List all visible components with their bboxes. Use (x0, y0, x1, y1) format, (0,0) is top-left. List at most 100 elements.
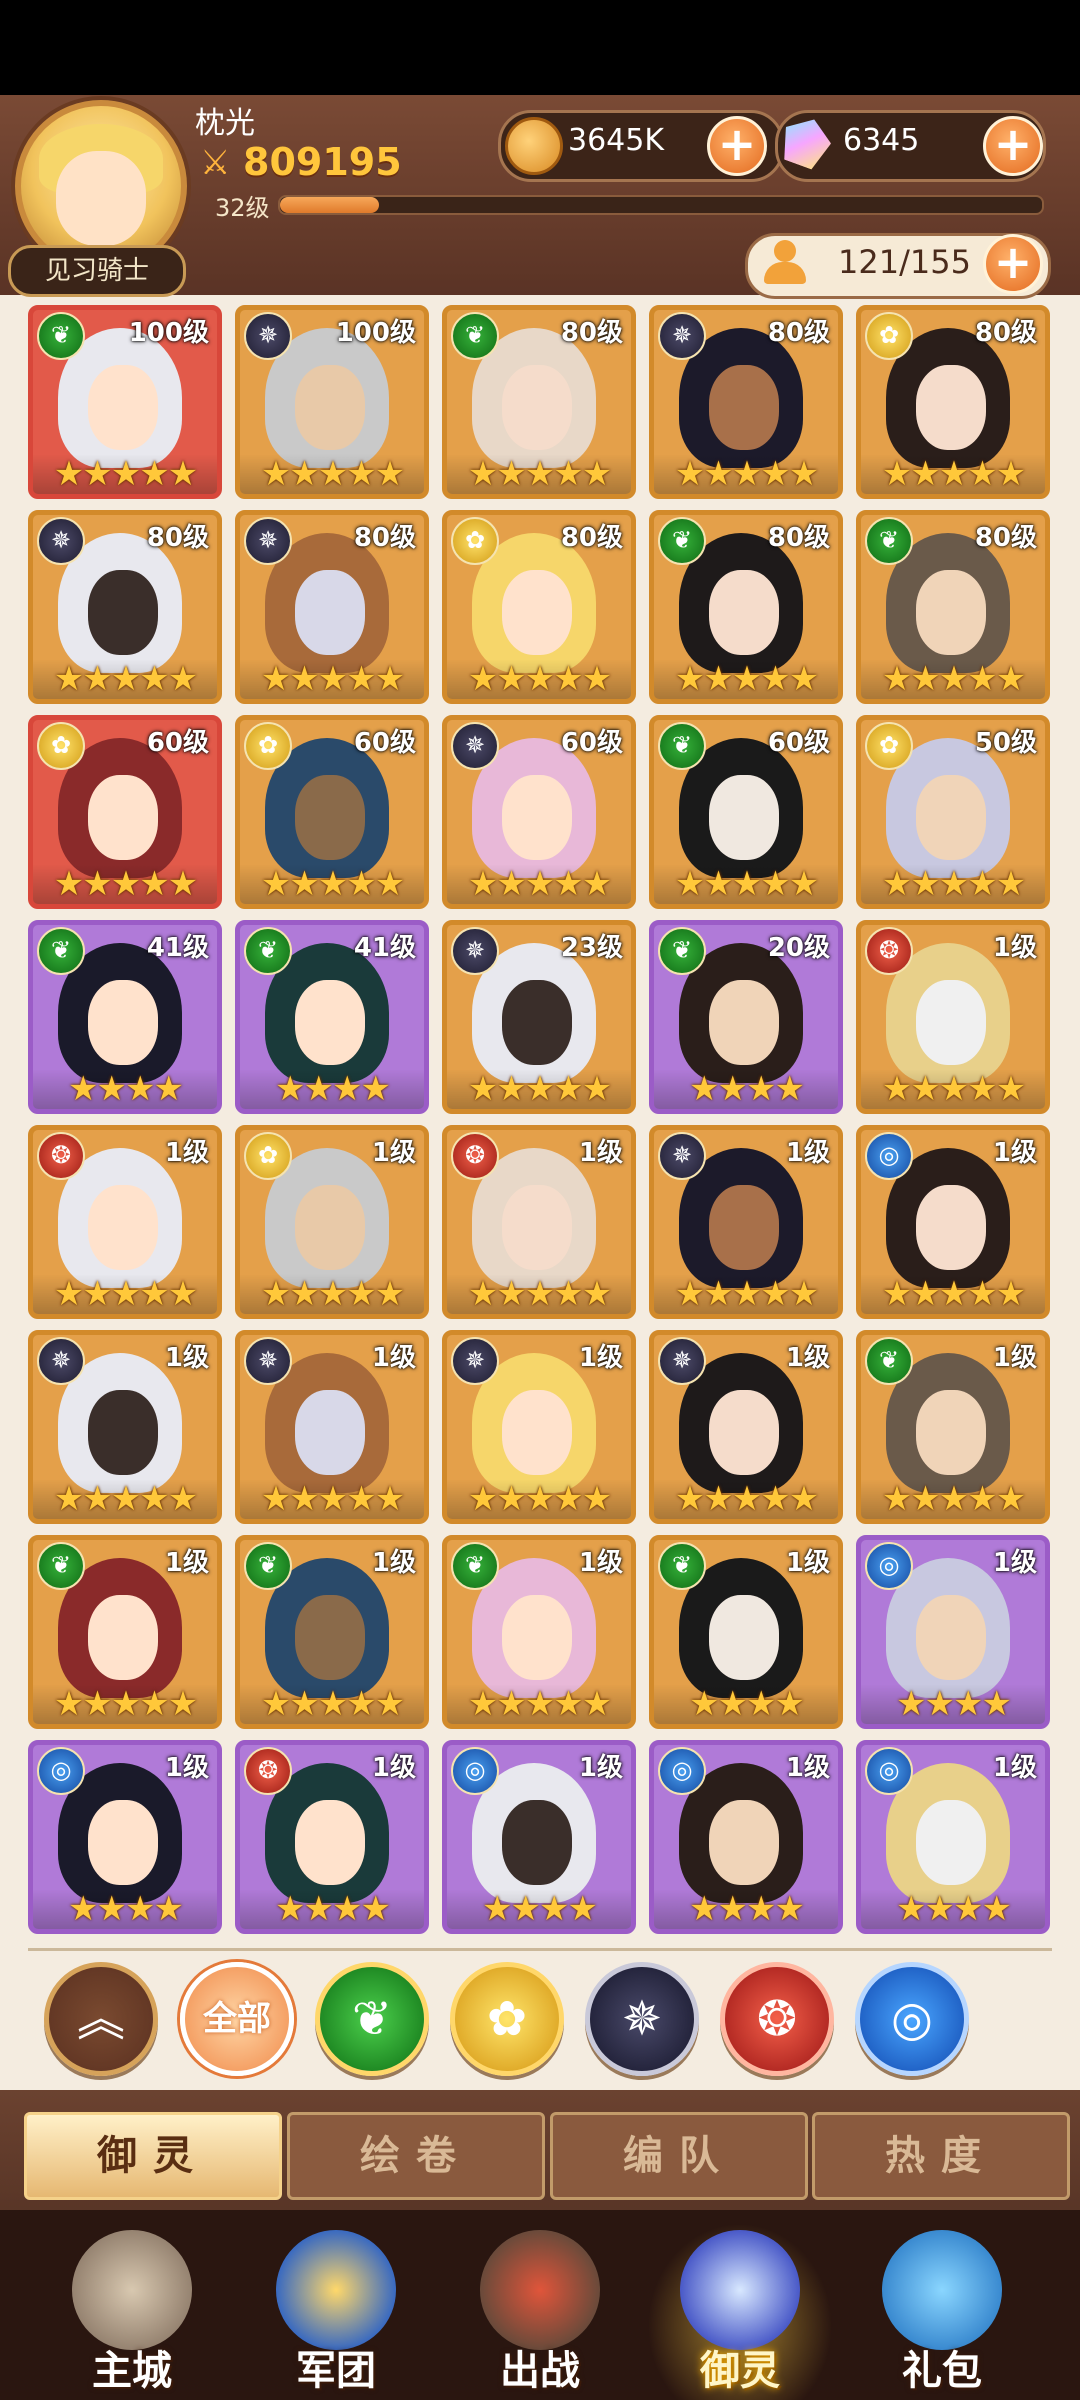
hero-level: 80级 (767, 523, 830, 553)
hero-card[interactable]: ❦ 20级 ★★★★ (649, 920, 843, 1114)
hero-card[interactable]: ❦ 80级 ★★★★★ (442, 305, 636, 499)
hero-card[interactable]: ✵ 1级 ★★★★★ (649, 1125, 843, 1319)
hero-stars: ★★★★★ (861, 1069, 1045, 1109)
fire-faction-icon: ❂ (451, 1132, 499, 1180)
dark-faction-icon: ✵ (451, 927, 499, 975)
hero-card[interactable]: ✵ 60级 ★★★★★ (442, 715, 636, 909)
hero-card[interactable]: ◎ 1级 ★★★★ (442, 1740, 636, 1934)
nav-battle[interactable]: 出战 (440, 2215, 640, 2400)
hero-stars: ★★★★★ (240, 454, 424, 494)
add-coins-button[interactable]: + (707, 116, 767, 176)
hero-level: 1级 (164, 1753, 209, 1783)
castle-icon (72, 2230, 192, 2350)
hero-stars: ★★★★★ (654, 1479, 838, 1519)
hero-card[interactable]: ✿ 60级 ★★★★★ (235, 715, 429, 909)
hero-card[interactable]: ◎ 1级 ★★★★ (856, 1535, 1050, 1729)
collapse-filter-button[interactable]: ︽ (44, 1962, 158, 2076)
hero-card[interactable]: ◎ 1级 ★★★★★ (856, 1125, 1050, 1319)
dark-faction-icon: ✵ (244, 312, 292, 360)
hero-level: 1级 (992, 1138, 1037, 1168)
hero-card[interactable]: ❦ 80级 ★★★★★ (856, 510, 1050, 704)
subtab-biandui[interactable]: 编队 (550, 2112, 808, 2200)
hero-card[interactable]: ◎ 1级 ★★★★ (856, 1740, 1050, 1934)
hero-card[interactable]: ✿ 50级 ★★★★★ (856, 715, 1050, 909)
hero-card[interactable]: ❂ 1级 ★★★★★ (856, 920, 1050, 1114)
hero-stars: ★★★★ (33, 1889, 217, 1929)
crystal-icon (680, 2230, 800, 2350)
hero-card[interactable]: ❂ 1级 ★★★★ (235, 1740, 429, 1934)
nav-label: 军团 (296, 2348, 376, 2394)
hero-card[interactable]: ✵ 80级 ★★★★★ (235, 510, 429, 704)
hero-card[interactable]: ✵ 1级 ★★★★★ (28, 1330, 222, 1524)
filter-all-button[interactable]: 全部 (180, 1962, 294, 2076)
hero-card[interactable]: ✵ 1级 ★★★★★ (235, 1330, 429, 1524)
hero-stars: ★★★★★ (654, 864, 838, 904)
hero-card[interactable]: ❦ 60级 ★★★★★ (649, 715, 843, 909)
hero-card[interactable]: ✿ 1级 ★★★★★ (235, 1125, 429, 1319)
hero-card[interactable]: ◎ 1级 ★★★★ (649, 1740, 843, 1934)
hero-card[interactable]: ✿ 60级 ★★★★★ (28, 715, 222, 909)
nature-faction-icon: ❦ (451, 312, 499, 360)
filter-dark-button[interactable]: ✵ (585, 1962, 699, 2076)
hero-card[interactable]: ❦ 100级 ★★★★★ (28, 305, 222, 499)
hero-stars: ★★★★ (240, 1069, 424, 1109)
hero-level: 1级 (164, 1548, 209, 1578)
nav-spirits[interactable]: 御灵 (640, 2215, 840, 2400)
hero-card[interactable]: ✵ 1级 ★★★★★ (442, 1330, 636, 1524)
subtab-redu[interactable]: 热度 (812, 2112, 1070, 2200)
hero-stars: ★★★★★ (33, 454, 217, 494)
hero-card[interactable]: ❦ 1级 ★★★★ (649, 1535, 843, 1729)
hero-level: 100级 (128, 318, 209, 348)
hero-card[interactable]: ❂ 1级 ★★★★★ (442, 1125, 636, 1319)
hero-card[interactable]: ✵ 80级 ★★★★★ (28, 510, 222, 704)
filter-fire-button[interactable]: ❂ (720, 1962, 834, 2076)
nav-gift-pack[interactable]: 礼包 (842, 2215, 1042, 2400)
avatar-face (56, 151, 146, 246)
hero-card[interactable]: ❦ 1级 ★★★★★ (235, 1535, 429, 1729)
light-faction-icon: ✿ (865, 312, 913, 360)
hero-card[interactable]: ❦ 1级 ★★★★★ (28, 1535, 222, 1729)
hero-level: 41级 (353, 933, 416, 963)
hero-card[interactable]: ❦ 80级 ★★★★★ (649, 510, 843, 704)
hero-level: 23级 (560, 933, 623, 963)
water-faction-icon: ◎ (865, 1747, 913, 1795)
water-faction-icon: ◎ (891, 1991, 933, 2047)
nav-legion[interactable]: 军团 (236, 2215, 436, 2400)
subtab-yuling[interactable]: 御灵 (24, 2112, 282, 2200)
hero-card[interactable]: ❦ 41级 ★★★★ (28, 920, 222, 1114)
hero-card[interactable]: ◎ 1级 ★★★★ (28, 1740, 222, 1934)
fist-shield-icon (276, 2230, 396, 2350)
filter-water-button[interactable]: ◎ (855, 1962, 969, 2076)
hero-card[interactable]: ✵ 23级 ★★★★★ (442, 920, 636, 1114)
hero-card[interactable]: ✿ 80级 ★★★★★ (856, 305, 1050, 499)
hero-card[interactable]: ✵ 80级 ★★★★★ (649, 305, 843, 499)
person-icon (762, 238, 808, 286)
hero-card[interactable]: ❦ 1级 ★★★★★ (442, 1535, 636, 1729)
hero-card[interactable]: ❦ 41级 ★★★★ (235, 920, 429, 1114)
coin-icon (505, 117, 563, 175)
hero-stars: ★★★★ (447, 1889, 631, 1929)
hero-card[interactable]: ✵ 1级 ★★★★★ (649, 1330, 843, 1524)
add-gems-button[interactable]: + (983, 116, 1043, 176)
nature-faction-icon: ❦ (658, 1542, 706, 1590)
hero-card[interactable]: ❂ 1级 ★★★★★ (28, 1125, 222, 1319)
hero-level: 1级 (164, 1138, 209, 1168)
nature-faction-icon: ❦ (37, 1542, 85, 1590)
filter-nature-button[interactable]: ❦ (315, 1962, 429, 2076)
hero-card[interactable]: ✿ 80级 ★★★★★ (442, 510, 636, 704)
hero-card[interactable]: ✵ 100级 ★★★★★ (235, 305, 429, 499)
hero-level: 80级 (974, 523, 1037, 553)
hero-capacity: 121/155 (838, 243, 971, 281)
coin-amount: 3645K (568, 123, 665, 158)
dark-faction-icon: ✵ (451, 722, 499, 770)
hero-stars: ★★★★ (654, 1684, 838, 1724)
filter-light-button[interactable]: ✿ (450, 1962, 564, 2076)
hero-card[interactable]: ❦ 1级 ★★★★★ (856, 1330, 1050, 1524)
subtab-huijuan[interactable]: 绘卷 (287, 2112, 545, 2200)
hero-stars: ★★★★★ (447, 864, 631, 904)
expand-capacity-button[interactable]: + (983, 234, 1043, 294)
nav-main-city[interactable]: 主城 (32, 2215, 232, 2400)
fire-faction-icon: ❂ (37, 1132, 85, 1180)
hero-level: 1级 (371, 1343, 416, 1373)
hero-level: 1级 (785, 1343, 830, 1373)
